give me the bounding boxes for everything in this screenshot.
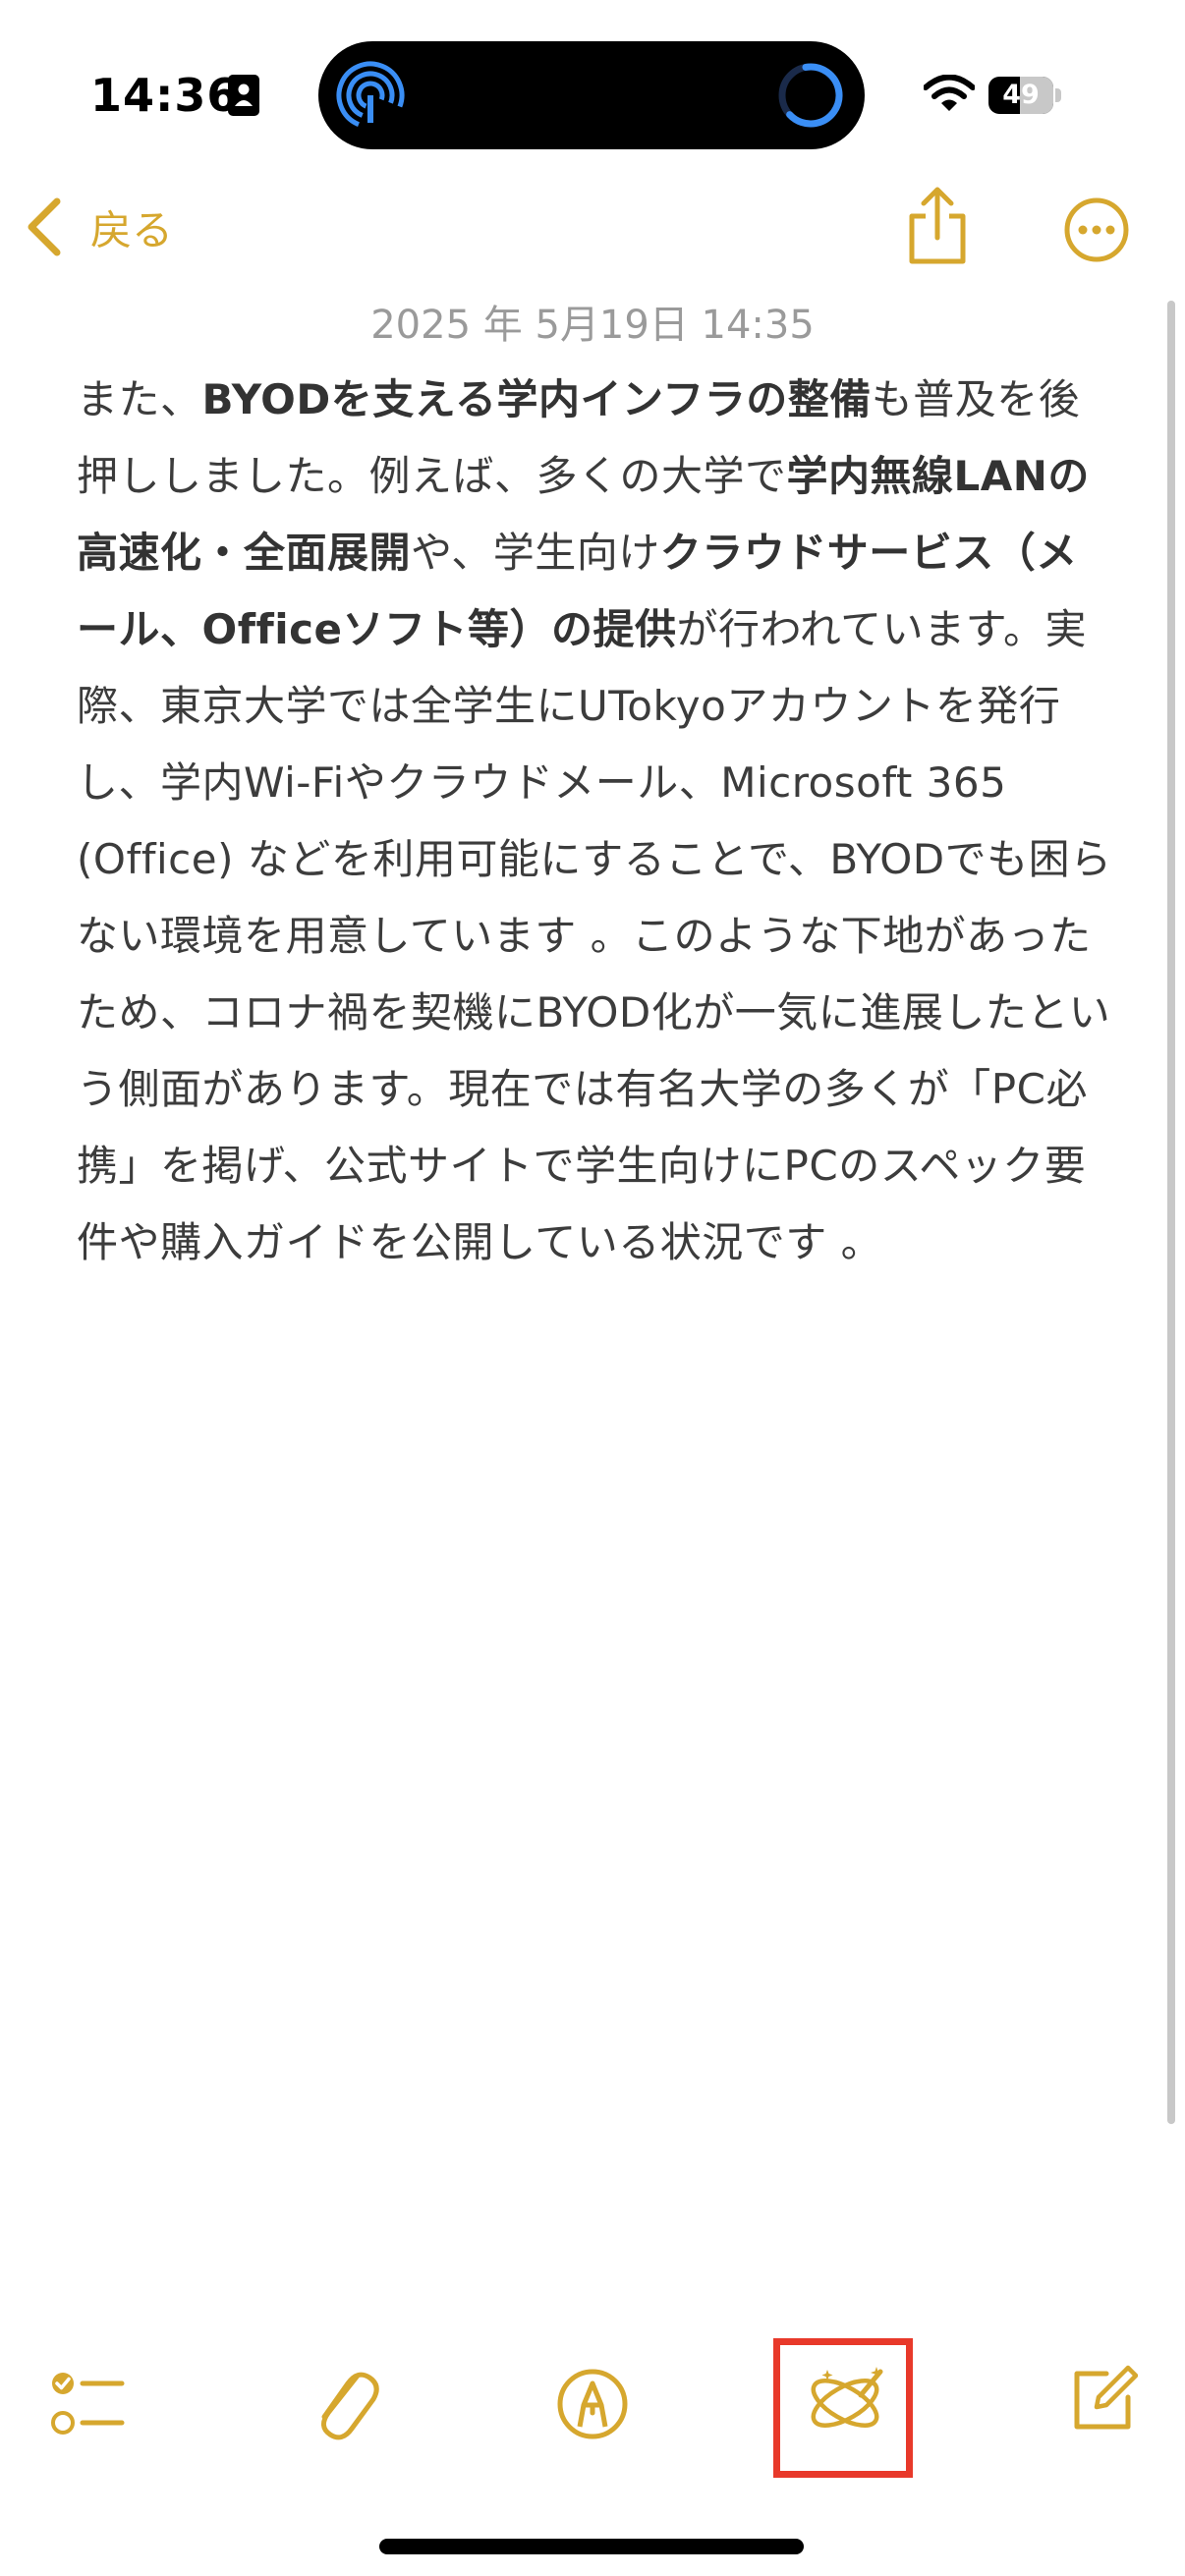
airdrop-icon <box>336 61 405 130</box>
note-text: が行われています。実際、東京大学では全学生にUTokyoアカウントを発行し、学内… <box>77 605 1112 1266</box>
home-indicator[interactable] <box>379 2539 804 2554</box>
progress-ring-icon <box>778 63 843 128</box>
note-text: や、学生向け <box>411 529 660 577</box>
paperclip-icon[interactable] <box>309 2362 379 2444</box>
note-body[interactable]: また、BYODを支える学内インフラの整備も普及を後押ししました。例えば、多くの大… <box>77 362 1118 1281</box>
back-label: 戻る <box>90 205 174 254</box>
note-text: また、 <box>77 375 202 423</box>
note-bold-text: BYODを支える学内インフラの整備 <box>201 375 872 423</box>
chevron-left-icon <box>28 197 61 256</box>
compose-icon[interactable] <box>1067 2364 1138 2435</box>
share-icon[interactable] <box>904 187 971 267</box>
status-time: 14:36 <box>90 69 240 122</box>
wifi-icon <box>924 75 975 111</box>
more-options-icon[interactable] <box>1063 196 1130 263</box>
note-date: 2025 年 5月19日 14:35 <box>370 303 815 348</box>
battery-cap <box>1055 88 1061 102</box>
scroll-indicator[interactable] <box>1167 301 1175 2124</box>
checklist-icon[interactable] <box>51 2370 126 2438</box>
id-card-icon <box>228 75 259 116</box>
battery-level: 49 <box>1002 80 1040 110</box>
back-button[interactable]: 戻る <box>24 193 173 261</box>
markup-pen-icon[interactable] <box>556 2368 629 2440</box>
battery-body: 49 <box>988 77 1053 114</box>
highlight-box <box>773 2338 913 2478</box>
battery-indicator: 49 <box>988 77 1061 114</box>
